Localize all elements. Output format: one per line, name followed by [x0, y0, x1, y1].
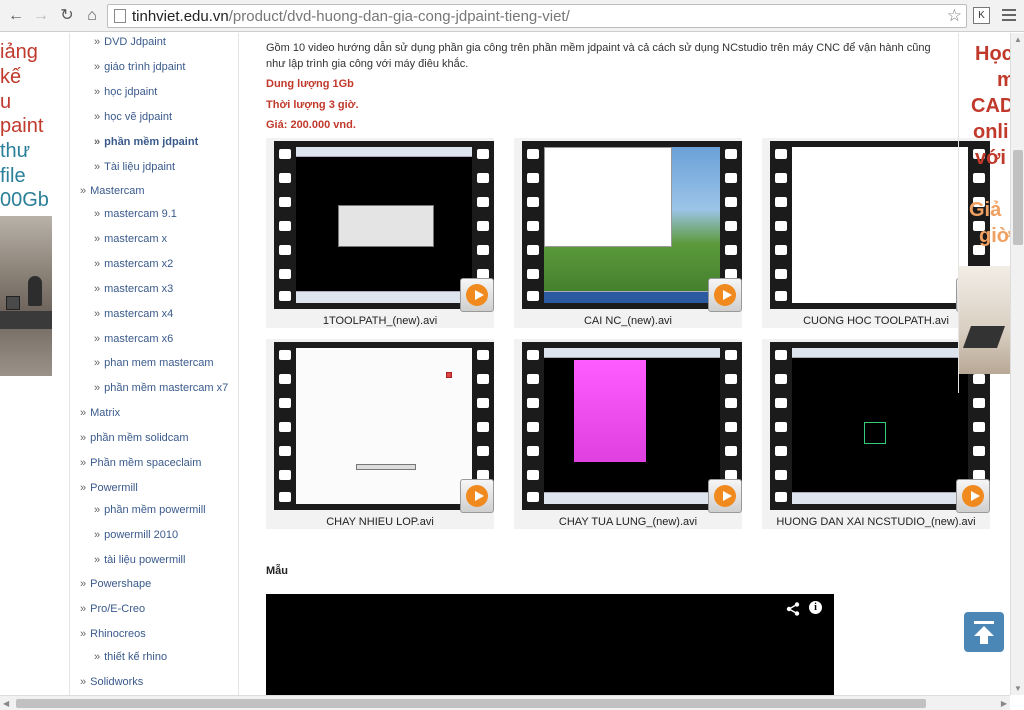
- play-icon: [708, 479, 742, 513]
- share-icon[interactable]: [786, 602, 800, 616]
- sidebar-item[interactable]: » mastercam x: [94, 233, 167, 245]
- duration-text: Thời lượng 3 giờ.: [266, 99, 359, 111]
- video-caption: CHAY TUA LUNG_(new).avi: [558, 516, 698, 528]
- sidebar-item[interactable]: » học jdpaint: [94, 86, 157, 98]
- scroll-right-icon[interactable]: ▶: [1001, 699, 1007, 708]
- extension-button[interactable]: K: [973, 7, 990, 24]
- play-icon: [460, 278, 494, 312]
- left-banner-line: kế: [0, 66, 22, 88]
- capacity-text: Dung lượng 1Gb: [266, 78, 354, 90]
- right-banner-line: CAD: [971, 95, 1010, 117]
- video-thumbnail[interactable]: CUONG HOC TOOLPATH.avi: [762, 138, 990, 328]
- sidebar-item[interactable]: » phần mềm powermill: [94, 504, 206, 516]
- play-icon: [956, 479, 990, 513]
- left-banner-line: thư: [0, 140, 31, 162]
- right-banner-line: với: [975, 147, 1006, 169]
- back-to-top-button[interactable]: [964, 612, 1004, 652]
- sidebar-item[interactable]: » phần mềm mastercam x7: [94, 382, 228, 394]
- left-banner-line: paint: [0, 115, 44, 137]
- left-banner-line: file: [0, 165, 26, 187]
- horizontal-scrollbar[interactable]: ◀ ▶: [0, 695, 1010, 710]
- video-caption: HUONG DAN XAI NCSTUDIO_(new).avi: [776, 516, 976, 528]
- left-ad-banner[interactable]: iảng kế u paint thư file 00Gb: [0, 33, 52, 393]
- product-description: Gồm 10 video hướng dẫn sử dụng phần gia …: [266, 42, 931, 70]
- sidebar-item[interactable]: » mastercam x3: [94, 283, 173, 295]
- left-banner-line: u: [0, 91, 12, 113]
- video-caption: 1TOOLPATH_(new).avi: [322, 315, 438, 327]
- video-caption: CAI NC_(new).avi: [583, 315, 673, 327]
- video-thumbnail[interactable]: CHAY NHIEU LOP.avi: [266, 339, 494, 529]
- sidebar-item[interactable]: » powermill 2010: [94, 529, 178, 541]
- section-title: Mẫu: [266, 565, 288, 577]
- video-caption: CUONG HOC TOOLPATH.avi: [803, 315, 949, 327]
- sidebar-item[interactable]: » tài liệu powermill: [94, 554, 185, 566]
- menu-icon[interactable]: [1000, 6, 1018, 26]
- vertical-scrollbar[interactable]: ▲ ▼: [1010, 33, 1024, 695]
- play-icon: [708, 278, 742, 312]
- sidebar-item[interactable]: » Pro/E-Creo: [80, 603, 145, 615]
- url-text: tinhviet.edu.vn/product/dvd-huong-dan-gi…: [132, 8, 570, 25]
- price-text: Giá: 200.000 vnd.: [266, 119, 356, 131]
- right-banner-line: m: [997, 69, 1010, 92]
- scroll-up-icon[interactable]: ▲: [1014, 35, 1022, 44]
- sidebar-item[interactable]: » Powershape: [80, 578, 151, 590]
- video-thumbnail[interactable]: HUONG DAN XAI NCSTUDIO_(new).avi: [762, 339, 990, 529]
- sidebar-item[interactable]: » DVD Jdpaint: [94, 36, 166, 48]
- left-banner-line: 00Gb: [0, 189, 49, 211]
- laptop-photo: [959, 266, 1010, 374]
- sidebar-item[interactable]: » thiết kế rhino: [94, 651, 167, 663]
- video-thumbnail-grid: 1TOOLPATH_(new).avi CAI NC_(new).avi CUO…: [266, 138, 996, 538]
- right-ad-banner[interactable]: Học m CAD onli với Giả giờ: [958, 33, 1010, 393]
- sidebar-item[interactable]: » phần mềm solidcam: [80, 432, 189, 444]
- reload-icon[interactable]: ↻: [57, 6, 77, 26]
- sidebar-item[interactable]: » mastercam x2: [94, 258, 173, 270]
- video-thumbnail[interactable]: CHAY TUA LUNG_(new).avi: [514, 339, 742, 529]
- sidebar-item[interactable]: » Rhinocreos: [80, 628, 146, 640]
- address-bar[interactable]: tinhviet.edu.vn/product/dvd-huong-dan-gi…: [107, 4, 967, 28]
- product-content: Gồm 10 video hướng dẫn sử dụng phần gia …: [256, 33, 990, 695]
- sidebar-item-active[interactable]: » phần mềm jdpaint: [94, 136, 198, 148]
- bookmark-star-icon[interactable]: ☆: [947, 6, 962, 26]
- sidebar-item[interactable]: » Powermill: [80, 482, 138, 494]
- right-banner-line: onli: [973, 121, 1009, 143]
- page-icon: [114, 9, 126, 23]
- back-arrow-icon[interactable]: ←: [6, 6, 26, 26]
- right-banner-line: Học: [975, 43, 1010, 65]
- sidebar-item[interactable]: » Tài liệu jdpaint: [94, 161, 175, 173]
- sidebar-item[interactable]: » học vẽ jdpaint: [94, 111, 172, 123]
- vertical-scroll-thumb[interactable]: [1013, 150, 1023, 245]
- classroom-photo: [0, 216, 52, 376]
- info-icon[interactable]: i: [809, 601, 822, 614]
- home-icon[interactable]: ⌂: [82, 6, 102, 26]
- sidebar-item[interactable]: » Matrix: [80, 407, 120, 419]
- category-sidebar: » DVD Jdpaint » giáo trình jdpaint » học jd…: [69, 33, 239, 695]
- horizontal-scroll-thumb[interactable]: [16, 699, 926, 708]
- browser-toolbar: ← → ↻ ⌂ tinhviet.edu.vn/product/dvd-huon…: [0, 0, 1024, 32]
- left-banner-line: iảng: [0, 41, 38, 63]
- sidebar-item[interactable]: » Phần mềm spaceclaim: [80, 457, 201, 469]
- sidebar-item[interactable]: » Solidworks: [80, 676, 143, 688]
- sidebar-item[interactable]: » mastercam x6: [94, 333, 173, 345]
- sidebar-item[interactable]: » Mastercam: [80, 185, 145, 197]
- forward-arrow-icon[interactable]: →: [31, 6, 51, 26]
- play-icon: [460, 479, 494, 513]
- right-banner-line: giờ: [979, 225, 1010, 247]
- video-caption: CHAY NHIEU LOP.avi: [326, 516, 434, 528]
- sidebar-item[interactable]: » mastercam 9.1: [94, 208, 177, 220]
- scroll-left-icon[interactable]: ◀: [3, 699, 9, 708]
- embedded-video-player[interactable]: i: [266, 594, 834, 695]
- scroll-down-icon[interactable]: ▼: [1014, 684, 1022, 693]
- page-viewport: iảng kế u paint thư file 00Gb » DVD Jdpai…: [0, 33, 1010, 695]
- right-banner-line: Giả: [969, 199, 1002, 221]
- sidebar-item[interactable]: » phan mem mastercam: [94, 357, 214, 369]
- sidebar-item[interactable]: » mastercam x4: [94, 308, 173, 320]
- sidebar-item[interactable]: » giáo trình jdpaint: [94, 61, 185, 73]
- video-thumbnail[interactable]: CAI NC_(new).avi: [514, 138, 742, 328]
- video-thumbnail[interactable]: 1TOOLPATH_(new).avi: [266, 138, 494, 328]
